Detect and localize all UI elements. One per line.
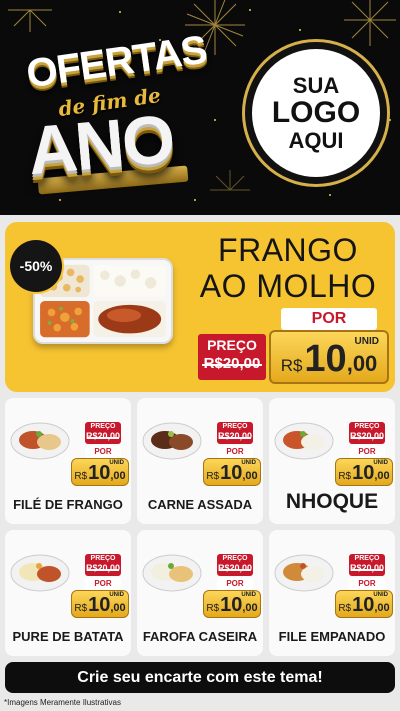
cta-banner[interactable]: Crie seu encarte com este tema!: [5, 662, 395, 693]
featured-por-label: POR: [281, 308, 377, 330]
por-label: POR: [85, 446, 121, 458]
por-label: POR: [349, 578, 385, 590]
unid-label: UNID: [241, 460, 256, 466]
product-card-4[interactable]: PREÇO R$20,00 POR R$ 10 ,00 UNID PURE DE…: [5, 530, 131, 656]
new-price: R$ 10 ,00 UNID: [71, 458, 129, 486]
old-price-box: PREÇO R$20,00: [85, 422, 121, 444]
price-int: 10: [88, 462, 111, 484]
featured-old-price: R$20,00: [198, 355, 266, 372]
price-dec: ,00: [110, 602, 126, 614]
unid-label: UNID: [109, 460, 124, 466]
currency: R$: [338, 471, 352, 482]
featured-title: FRANGO AO MOLHO: [183, 232, 393, 304]
price-int: 10: [352, 462, 375, 484]
old-price-box: PREÇO R$20,00: [85, 554, 121, 576]
old-price-box: PREÇO R$20,00: [217, 422, 253, 444]
featured-old-price-box: PREÇO R$20,00: [198, 334, 266, 380]
price-dec: ,00: [242, 470, 258, 482]
featured-price-int: 10: [304, 338, 347, 380]
price-int: 10: [88, 594, 111, 616]
old-price-label: PREÇO: [90, 555, 116, 562]
price-dec: ,00: [374, 602, 390, 614]
featured-unid-label: UNID: [354, 336, 379, 347]
product-name: NHOQUE: [285, 490, 379, 513]
unid-label: UNID: [373, 460, 388, 466]
old-price-box: PREÇO R$20,00: [217, 554, 253, 576]
food-image: [274, 422, 334, 460]
price-int: 10: [220, 462, 243, 484]
new-price: R$ 10 ,00 UNID: [335, 458, 393, 486]
unid-label: UNID: [241, 592, 256, 598]
currency: R$: [206, 471, 220, 482]
new-price: R$ 10 ,00 UNID: [203, 590, 261, 618]
headline-ofertas: OFERTAS: [23, 27, 210, 97]
new-price: R$ 10 ,00 UNID: [203, 458, 261, 486]
price-int: 10: [352, 594, 375, 616]
product-name: FAROFA CASEIRA: [142, 629, 258, 644]
price-int: 10: [220, 594, 243, 616]
product-card-6[interactable]: PREÇO R$20,00 POR R$ 10 ,00 UNID FILE EM…: [269, 530, 395, 656]
unid-label: UNID: [373, 592, 388, 598]
featured-title-line2: AO MOLHO: [199, 268, 377, 304]
por-label: POR: [349, 446, 385, 458]
logo-text-line1: SUA: [292, 73, 340, 99]
product-name: CARNE ASSADA: [147, 497, 253, 512]
product-card-1[interactable]: PREÇO R$20,00 POR R$ 10 ,00 UNID FILÉ DE…: [5, 398, 131, 524]
currency: R$: [338, 603, 352, 614]
featured-old-price-label: PREÇO: [207, 337, 257, 353]
headline-artwork: OFERTAS de fim de ANO: [18, 22, 218, 195]
new-price: R$ 10 ,00 UNID: [71, 590, 129, 618]
food-image: [10, 422, 70, 460]
featured-title-line1: FRANGO: [218, 232, 358, 268]
disclaimer-text: *Imagens Meramente Ilustrativas: [4, 698, 121, 707]
old-price: R$20,00: [85, 563, 121, 573]
price-dec: ,00: [110, 470, 126, 482]
old-price-box: PREÇO R$20,00: [349, 554, 385, 576]
old-price-box: PREÇO R$20,00: [349, 422, 385, 444]
featured-offer[interactable]: -50% FRANGO AO MOLHO PREÇO R$20,00 POR R…: [5, 222, 395, 392]
product-name: FILE EMPANADO: [278, 629, 386, 644]
currency: R$: [74, 471, 88, 482]
product-name: PURE DE BATATA: [12, 629, 124, 644]
por-label: POR: [85, 578, 121, 590]
old-price-label: PREÇO: [222, 555, 248, 562]
unid-label: UNID: [109, 592, 124, 598]
old-price-label: PREÇO: [354, 555, 380, 562]
old-price: R$20,00: [349, 563, 385, 573]
currency: R$: [206, 603, 220, 614]
food-image: [274, 554, 334, 592]
food-image: [10, 554, 70, 592]
old-price: R$20,00: [217, 431, 253, 441]
new-price: R$ 10 ,00 UNID: [335, 590, 393, 618]
headline-ano: ANO: [24, 100, 177, 190]
old-price: R$20,00: [349, 431, 385, 441]
product-card-2[interactable]: PREÇO R$20,00 POR R$ 10 ,00 UNID CARNE A…: [137, 398, 263, 524]
product-card-3[interactable]: PREÇO R$20,00 POR R$ 10 ,00 UNID NHOQUE: [269, 398, 395, 524]
price-dec: ,00: [242, 602, 258, 614]
featured-price-dec: ,00: [346, 351, 378, 376]
food-image: [142, 422, 202, 460]
header-banner: OFERTAS de fim de ANO SUA LOGO AQUI: [0, 0, 400, 215]
old-price-label: PREÇO: [354, 423, 380, 430]
logo-text-line3: AQUI: [288, 127, 344, 153]
por-label: POR: [217, 446, 253, 458]
por-label: POR: [217, 578, 253, 590]
price-dec: ,00: [374, 470, 390, 482]
featured-new-price: R$ 10 ,00 UNID: [269, 330, 389, 384]
product-name: FILÉ DE FRANGO: [13, 497, 123, 512]
discount-badge: -50%: [10, 240, 62, 292]
food-image: [142, 554, 202, 592]
old-price-label: PREÇO: [90, 423, 116, 430]
old-price: R$20,00: [85, 431, 121, 441]
logo-text-line2: LOGO: [271, 96, 361, 130]
currency: R$: [74, 603, 88, 614]
featured-currency: R$: [280, 356, 303, 375]
logo-placeholder[interactable]: SUA LOGO AQUI: [245, 42, 387, 184]
product-card-5[interactable]: PREÇO R$20,00 POR R$ 10 ,00 UNID FAROFA …: [137, 530, 263, 656]
old-price: R$20,00: [217, 563, 253, 573]
old-price-label: PREÇO: [222, 423, 248, 430]
